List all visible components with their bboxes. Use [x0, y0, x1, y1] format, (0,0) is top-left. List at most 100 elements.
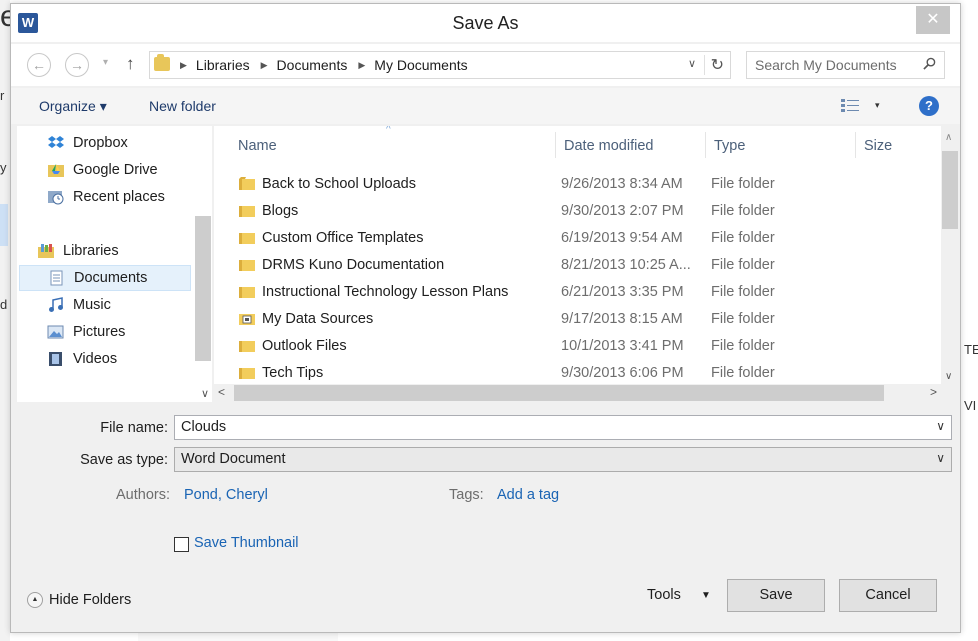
vertical-scrollbar-thumb[interactable]: [942, 151, 958, 229]
breadcrumb-documents[interactable]: Documents: [277, 57, 348, 73]
breadcrumb-separator-icon[interactable]: ▶: [180, 60, 187, 71]
column-header-date-modified[interactable]: Date modified: [564, 126, 653, 160]
file-list-vertical-scrollbar[interactable]: ∧ ∨: [941, 126, 959, 384]
breadcrumb-separator-icon[interactable]: ▶: [358, 60, 365, 71]
navigation-pane: Dropbox Google Drive Recent places Libra…: [17, 126, 212, 402]
background-text-fragment: VI: [964, 398, 977, 413]
horizontal-scrollbar-thumb[interactable]: [234, 385, 884, 401]
file-name: Tech Tips: [262, 365, 324, 381]
table-row[interactable]: Tech Tips 9/30/2013 6:06 PM File folder: [214, 360, 936, 387]
save-as-type-value: Word Document: [181, 451, 286, 467]
search-box: [746, 51, 945, 79]
tags-field[interactable]: Add a tag: [497, 487, 559, 503]
nav-item-pictures[interactable]: Pictures: [47, 319, 212, 345]
background-panel: [138, 632, 338, 641]
pictures-icon: [47, 325, 64, 339]
file-name-label: File name:: [100, 420, 168, 436]
save-as-type-select[interactable]: Word Document ∨: [174, 447, 952, 472]
file-type: File folder: [711, 311, 775, 327]
nav-item-recent-places[interactable]: Recent places: [47, 184, 212, 210]
column-header-type[interactable]: Type: [714, 126, 745, 160]
nav-item-music[interactable]: Music: [47, 292, 212, 318]
column-separator[interactable]: [555, 132, 556, 158]
column-separator[interactable]: [705, 132, 706, 158]
table-row[interactable]: Blogs 9/30/2013 2:07 PM File folder: [214, 198, 936, 225]
folder-icon: [239, 206, 255, 217]
scroll-down-icon[interactable]: ∨: [945, 371, 952, 382]
nav-item-label: Music: [73, 297, 111, 313]
file-list-horizontal-scrollbar[interactable]: < >: [214, 384, 959, 402]
nav-item-videos[interactable]: Videos: [47, 346, 212, 372]
file-type: File folder: [711, 176, 775, 192]
file-type: File folder: [711, 203, 775, 219]
column-header-name[interactable]: Name: [238, 126, 277, 160]
videos-icon: [49, 352, 62, 366]
nav-item-google-drive[interactable]: Google Drive: [47, 157, 212, 183]
close-button[interactable]: ✕: [916, 6, 950, 34]
cancel-button[interactable]: Cancel: [839, 579, 937, 612]
organize-button[interactable]: Organize ▾: [39, 98, 107, 115]
file-name-field[interactable]: Clouds ∨: [174, 415, 952, 440]
refresh-button[interactable]: ↻: [703, 55, 724, 75]
command-toolbar: Organize ▾ New folder ▾ ?: [11, 88, 960, 124]
up-button[interactable]: ↑: [126, 54, 135, 74]
scroll-up-icon[interactable]: ∧: [945, 132, 952, 143]
nav-item-libraries[interactable]: Libraries: [37, 238, 210, 264]
new-folder-button[interactable]: New folder: [149, 98, 216, 114]
folder-icon: [239, 341, 255, 352]
table-row[interactable]: Back to School Uploads 9/26/2013 8:34 AM…: [214, 171, 936, 198]
view-options-icon[interactable]: [840, 98, 860, 114]
folder-icon: [239, 287, 255, 298]
nav-item-label: Pictures: [73, 324, 126, 340]
hide-folders-toggle[interactable]: ▲ Hide Folders: [27, 592, 131, 608]
address-bar[interactable]: ▶ Libraries ▶ Documents ▶ My Documents ∨…: [149, 51, 731, 79]
table-row[interactable]: My Data Sources 9/17/2013 8:15 AM File f…: [214, 306, 936, 333]
navigation-scrollbar-thumb[interactable]: [195, 216, 211, 361]
background-text-fragment: r: [0, 88, 5, 103]
nav-item-label: Libraries: [63, 243, 119, 259]
nav-item-label: Recent places: [73, 189, 165, 205]
column-separator[interactable]: [855, 132, 856, 158]
save-button[interactable]: Save: [727, 579, 825, 612]
search-input[interactable]: [747, 52, 917, 78]
chevron-down-icon[interactable]: ∨: [936, 451, 945, 465]
breadcrumb-my-documents[interactable]: My Documents: [374, 57, 467, 73]
navigation-scrollbar[interactable]: ∨: [194, 126, 212, 402]
scroll-left-icon[interactable]: <: [218, 385, 225, 399]
nav-item-dropbox[interactable]: Dropbox: [47, 130, 212, 156]
authors-field[interactable]: Pond, Cheryl: [184, 487, 268, 503]
file-date: 10/1/2013 3:41 PM: [561, 338, 684, 354]
save-thumbnail-checkbox[interactable]: [174, 537, 189, 552]
save-thumbnail-label[interactable]: Save Thumbnail: [194, 535, 299, 551]
data-sources-folder-icon: [239, 314, 255, 325]
breadcrumb-libraries[interactable]: Libraries: [196, 57, 250, 73]
column-header-size[interactable]: Size: [864, 126, 892, 160]
file-name-value: Clouds: [181, 419, 227, 435]
view-dropdown-icon[interactable]: ▾: [875, 100, 880, 111]
table-row[interactable]: Custom Office Templates 6/19/2013 9:54 A…: [214, 225, 936, 252]
table-row[interactable]: Outlook Files 10/1/2013 3:41 PM File fol…: [214, 333, 936, 360]
search-icon[interactable]: [923, 57, 936, 70]
scroll-right-icon[interactable]: >: [930, 385, 937, 399]
scroll-down-icon[interactable]: ∨: [201, 387, 209, 400]
table-row[interactable]: Instructional Technology Lesson Plans 6/…: [214, 279, 936, 306]
table-row[interactable]: DRMS Kuno Documentation 8/21/2013 10:25 …: [214, 252, 936, 279]
file-date: 9/30/2013 6:06 PM: [561, 365, 684, 381]
background-selection: [0, 204, 8, 246]
nav-item-documents[interactable]: Documents: [19, 265, 191, 291]
documents-icon: [50, 270, 63, 286]
folder-icon: [239, 368, 255, 379]
recent-locations-dropdown[interactable]: ▾: [103, 57, 108, 68]
folder-icon: [239, 260, 255, 271]
help-icon[interactable]: ?: [919, 96, 939, 116]
breadcrumb-separator-icon[interactable]: ▶: [261, 60, 268, 71]
tools-dropdown-icon[interactable]: ▼: [701, 590, 711, 601]
forward-button[interactable]: →: [65, 53, 89, 77]
address-dropdown-icon[interactable]: ∨: [688, 57, 696, 70]
save-as-dialog: W Save As ✕ ← → ▾ ↑ ▶ Libraries ▶ Docume…: [10, 3, 961, 633]
file-type: File folder: [711, 230, 775, 246]
chevron-down-icon[interactable]: ∨: [936, 419, 945, 433]
tools-button[interactable]: Tools: [647, 587, 681, 603]
back-button[interactable]: ←: [27, 53, 51, 77]
libraries-icon: [38, 244, 54, 258]
